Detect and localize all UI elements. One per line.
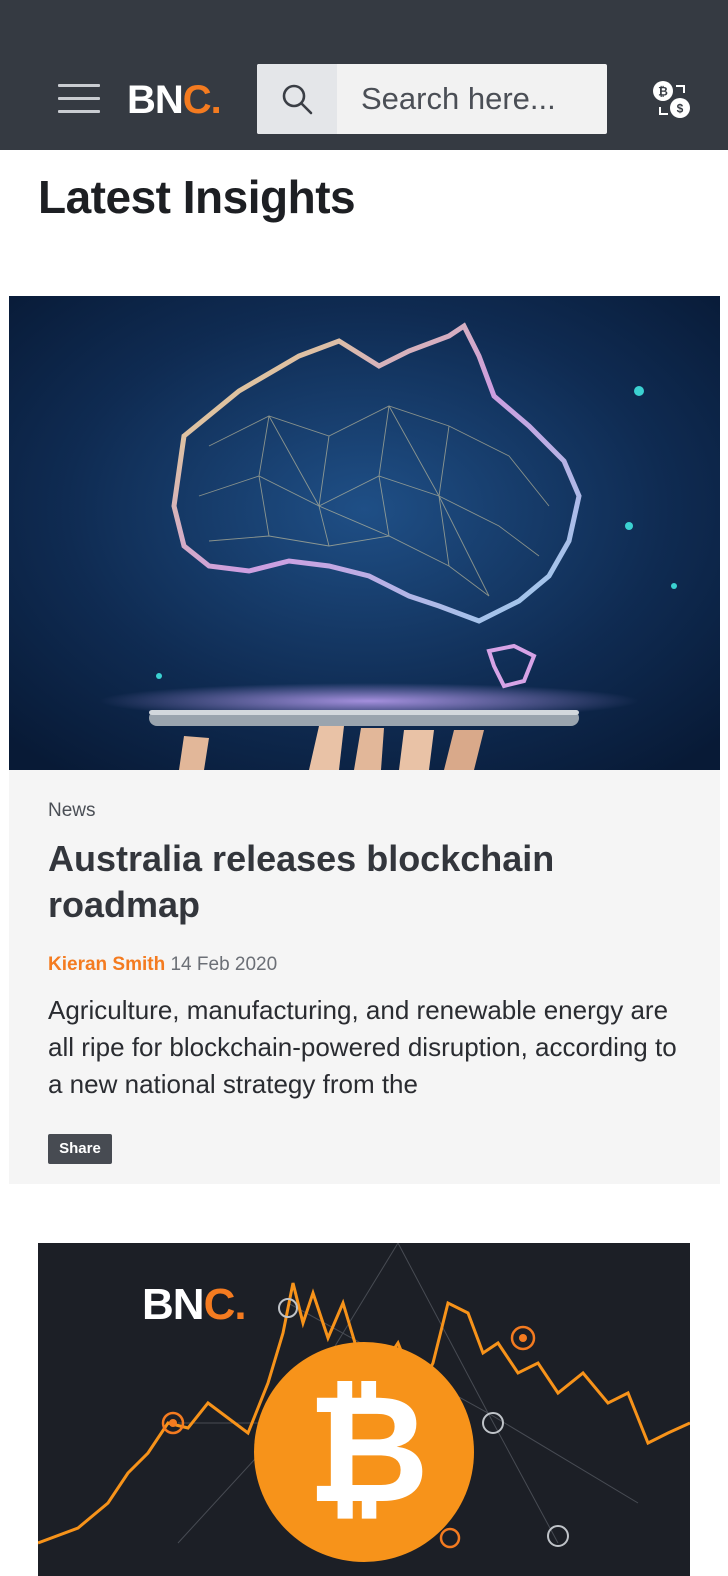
svg-text:₿: ₿ bbox=[658, 85, 668, 99]
article-category[interactable]: News bbox=[48, 800, 688, 822]
top-bar: BNC. Search here... ₿ $ bbox=[0, 0, 728, 150]
article-headline[interactable]: Australia releases blockchain roadmap bbox=[48, 836, 688, 928]
section-title: Latest Insights bbox=[38, 171, 356, 223]
search-input[interactable]: Search here... bbox=[337, 64, 607, 134]
search-icon[interactable] bbox=[257, 64, 337, 134]
article-excerpt: Agriculture, manufacturing, and renewabl… bbox=[48, 995, 677, 1099]
site-logo[interactable]: BNC. bbox=[127, 76, 222, 124]
currency-converter-icon[interactable]: ₿ $ bbox=[652, 80, 692, 120]
article-meta: Kieran Smith 14 Feb 2020 bbox=[48, 954, 688, 976]
logo-text: BN bbox=[127, 78, 184, 122]
article-card[interactable]: News Australia releases blockchain roadm… bbox=[9, 296, 720, 1184]
article-2-logo-text: BN bbox=[142, 1280, 205, 1329]
article-author[interactable]: Kieran Smith bbox=[48, 954, 165, 975]
search-bar[interactable]: Search here... bbox=[257, 64, 607, 134]
article-2-logo-accent: C. bbox=[203, 1280, 247, 1329]
logo-accent-text: C. bbox=[182, 78, 222, 122]
share-button[interactable]: Share bbox=[48, 1134, 112, 1164]
bitcoin-icon: ₿ bbox=[254, 1342, 474, 1562]
article-image[interactable] bbox=[9, 296, 720, 770]
article-date: 14 Feb 2020 bbox=[170, 954, 278, 975]
article-2-logo: BNC. bbox=[142, 1279, 247, 1331]
article-body: News Australia releases blockchain roadm… bbox=[48, 800, 688, 1103]
svg-text:$: $ bbox=[677, 102, 684, 116]
svg-text:₿: ₿ bbox=[307, 1365, 429, 1533]
article-card-2-image[interactable]: ₿ BNC. bbox=[38, 1243, 690, 1576]
menu-icon[interactable] bbox=[58, 84, 100, 114]
